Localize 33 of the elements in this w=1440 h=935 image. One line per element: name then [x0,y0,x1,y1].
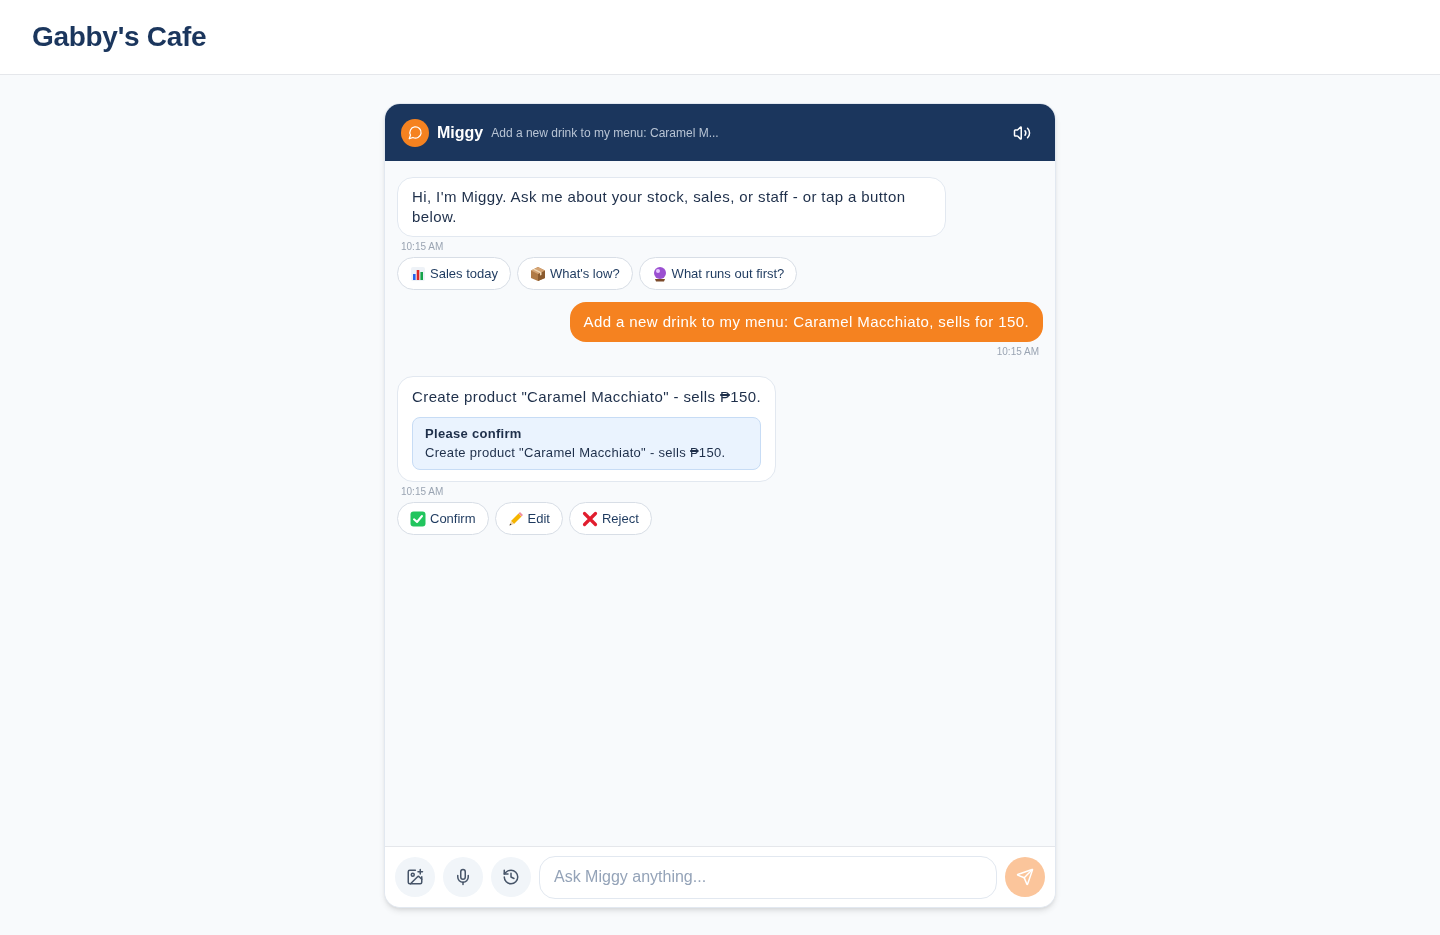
bar-chart-icon [410,265,426,282]
pencil-icon [507,510,524,527]
message-time: 10:15 AM [401,485,444,499]
microphone-icon [454,868,472,886]
assistant-message: Hi, I'm Miggy. Ask me about your stock, sales, or staff - or tap a button below. [397,177,946,237]
message-time: 10:15 AM [996,345,1039,359]
assistant-name: Miggy [437,122,484,143]
quick-reply-chip[interactable]: Confirm [397,502,489,535]
crystal-ball-icon [651,265,668,282]
message-time: 10:15 AM [401,240,444,254]
add-image-button[interactable] [395,857,435,897]
chat-bubble-icon [401,118,429,147]
message-text: Create product "Caramel Macchiato" - sells ₱150. [412,387,762,407]
send-icon [1016,868,1034,886]
check-box-icon [410,510,426,527]
history-button[interactable] [491,857,531,897]
app-title: Gabby's Cafe [32,20,207,54]
microphone-button[interactable] [443,857,483,897]
quick-reply-chip[interactable]: Sales today [397,257,511,290]
quick-reply-chip[interactable]: Edit [494,502,563,535]
cross-icon [581,510,598,527]
quick-reply-chip[interactable]: What's low? [516,257,633,290]
package-icon [529,265,546,282]
quick-reply-chip[interactable]: Reject [568,502,652,535]
user-message: Add a new drink to my menu: Caramel Macchiato, sells for 150. [569,302,1043,342]
confirm-title: Please confirm [425,425,523,443]
confirm-text: Create product "Caramel Macchiato" - sells ₱150. [425,444,727,462]
quick-reply-chip[interactable]: What runs out first? [638,257,798,290]
history-icon [502,868,520,886]
speaker-icon[interactable] [1013,123,1031,142]
message-input[interactable]: Ask Miggy anything... [539,855,997,899]
image-plus-icon [406,868,424,886]
chat-subtitle: Add a new drink to my menu: Caramel M... [491,124,719,142]
